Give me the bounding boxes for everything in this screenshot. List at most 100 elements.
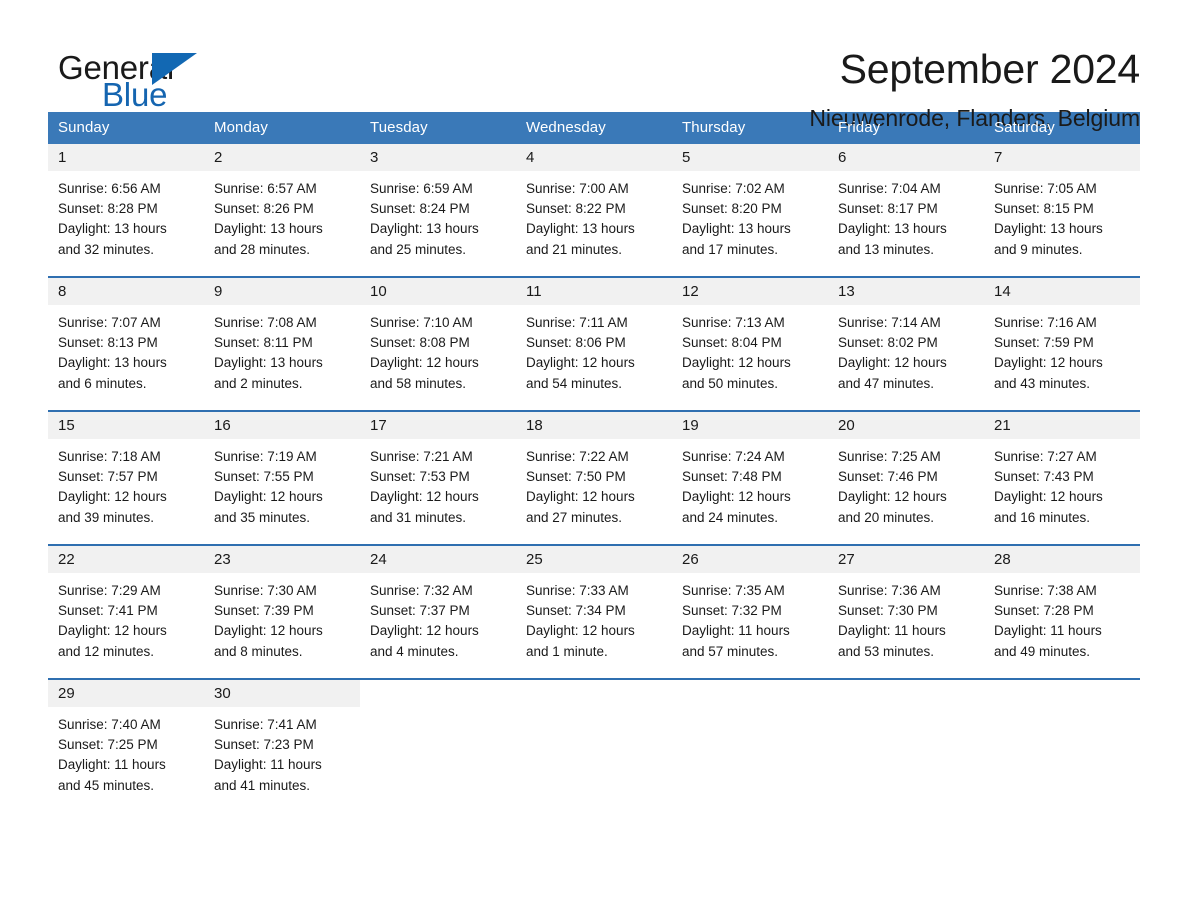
day-cell[interactable]: 3 Sunrise: 6:59 AM Sunset: 8:24 PM Daylight… bbox=[360, 144, 516, 277]
day-cell[interactable]: 26 Sunrise: 7:35 AM Sunset: 7:32 PM Dayligh… bbox=[672, 544, 828, 679]
sunset-time: Sunset: 8:22 PM bbox=[526, 201, 626, 217]
daylight-duration-line2: and 27 minutes. bbox=[526, 509, 623, 525]
day-info: Sunrise: 7:02 AM Sunset: 8:20 PM Daylight:… bbox=[672, 171, 828, 260]
day-cell[interactable]: 10 Sunrise: 7:10 AM Sunset: 8:08 PM Dayligh… bbox=[360, 276, 516, 411]
day-number: 25 bbox=[526, 551, 543, 568]
day-cell[interactable]: 27 Sunrise: 7:36 AM Sunset: 7:30 PM Dayligh… bbox=[828, 544, 984, 679]
sunrise-time: Sunrise: 7:41 AM bbox=[214, 717, 317, 732]
day-cell[interactable]: 2 Sunrise: 6:57 AM Sunset: 8:26 PM Daylight… bbox=[204, 144, 360, 277]
day-info: Sunrise: 7:18 AM Sunset: 7:57 PM Daylight:… bbox=[48, 439, 204, 528]
weekday-header-sunday: Sunday bbox=[48, 112, 204, 144]
day-info: Sunrise: 7:36 AM Sunset: 7:30 PM Daylight:… bbox=[828, 573, 984, 662]
sunset-time: Sunset: 7:53 PM bbox=[370, 469, 470, 485]
calendar-page: General Blue September 2024 Nieuwenrode,… bbox=[0, 0, 1188, 918]
daylight-duration-line2: and 28 minutes. bbox=[214, 241, 311, 257]
day-cell-empty bbox=[360, 678, 516, 812]
daylight-duration-line1: Daylight: 13 hours bbox=[214, 355, 323, 371]
day-cell[interactable]: 14 Sunrise: 7:16 AM Sunset: 7:59 PM Dayligh… bbox=[984, 276, 1140, 411]
day-number: 28 bbox=[994, 551, 1011, 568]
sunrise-time: Sunrise: 7:21 AM bbox=[370, 449, 473, 464]
day-info: Sunrise: 7:04 AM Sunset: 8:17 PM Daylight:… bbox=[828, 171, 984, 260]
daylight-duration-line2: and 35 minutes. bbox=[214, 509, 311, 525]
calendar-week-row: 8 Sunrise: 7:07 AM Sunset: 8:13 PM Daylight… bbox=[48, 276, 1140, 411]
day-cell[interactable]: 18 Sunrise: 7:22 AM Sunset: 7:50 PM Dayligh… bbox=[516, 410, 672, 545]
day-number-band: 5 bbox=[672, 144, 828, 171]
day-cell[interactable]: 29 Sunrise: 7:40 AM Sunset: 7:25 PM Dayligh… bbox=[48, 678, 204, 812]
day-cell[interactable]: 7 Sunrise: 7:05 AM Sunset: 8:15 PM Daylight… bbox=[984, 144, 1140, 277]
day-cell-content: 24 Sunrise: 7:32 AM Sunset: 7:37 PM Dayligh… bbox=[360, 546, 516, 678]
sunset-time: Sunset: 7:39 PM bbox=[214, 603, 314, 619]
day-number-band: 24 bbox=[360, 546, 516, 573]
day-cell[interactable]: 21 Sunrise: 7:27 AM Sunset: 7:43 PM Dayligh… bbox=[984, 410, 1140, 545]
sunrise-time: Sunrise: 7:29 AM bbox=[58, 583, 161, 598]
daylight-duration-line2: and 39 minutes. bbox=[58, 509, 155, 525]
daylight-duration-line1: Daylight: 12 hours bbox=[370, 355, 479, 371]
sunrise-time: Sunrise: 7:22 AM bbox=[526, 449, 629, 464]
day-cell[interactable]: 28 Sunrise: 7:38 AM Sunset: 7:28 PM Dayligh… bbox=[984, 544, 1140, 679]
day-cell-content: 8 Sunrise: 7:07 AM Sunset: 8:13 PM Daylight… bbox=[48, 278, 204, 410]
day-cell-content: 9 Sunrise: 7:08 AM Sunset: 8:11 PM Daylight… bbox=[204, 278, 360, 410]
day-cell[interactable]: 19 Sunrise: 7:24 AM Sunset: 7:48 PM Dayligh… bbox=[672, 410, 828, 545]
sunrise-time: Sunrise: 7:40 AM bbox=[58, 717, 161, 732]
day-cell[interactable]: 20 Sunrise: 7:25 AM Sunset: 7:46 PM Dayligh… bbox=[828, 410, 984, 545]
day-cell[interactable]: 12 Sunrise: 7:13 AM Sunset: 8:04 PM Dayligh… bbox=[672, 276, 828, 411]
day-cell[interactable]: 4 Sunrise: 7:00 AM Sunset: 8:22 PM Daylight… bbox=[516, 144, 672, 277]
day-cell[interactable]: 17 Sunrise: 7:21 AM Sunset: 7:53 PM Dayligh… bbox=[360, 410, 516, 545]
day-number: 12 bbox=[682, 283, 699, 300]
sunset-time: Sunset: 7:50 PM bbox=[526, 469, 626, 485]
day-cell[interactable]: 8 Sunrise: 7:07 AM Sunset: 8:13 PM Daylight… bbox=[48, 276, 204, 411]
sunrise-time: Sunrise: 7:24 AM bbox=[682, 449, 785, 464]
day-cell-content bbox=[672, 680, 828, 812]
day-cell[interactable]: 9 Sunrise: 7:08 AM Sunset: 8:11 PM Daylight… bbox=[204, 276, 360, 411]
day-cell[interactable]: 1 Sunrise: 6:56 AM Sunset: 8:28 PM Daylight… bbox=[48, 144, 204, 277]
day-info bbox=[360, 707, 516, 715]
day-number-band bbox=[672, 680, 828, 707]
day-number-band: 6 bbox=[828, 144, 984, 171]
sunset-time: Sunset: 8:20 PM bbox=[682, 201, 782, 217]
daylight-duration-line2: and 16 minutes. bbox=[994, 509, 1091, 525]
day-number-band: 20 bbox=[828, 412, 984, 439]
day-number-band: 30 bbox=[204, 680, 360, 707]
day-cell[interactable]: 23 Sunrise: 7:30 AM Sunset: 7:39 PM Dayligh… bbox=[204, 544, 360, 679]
calendar-week-row: 1 Sunrise: 6:56 AM Sunset: 8:28 PM Daylight… bbox=[48, 144, 1140, 277]
sunset-time: Sunset: 8:02 PM bbox=[838, 335, 938, 351]
day-cell[interactable]: 11 Sunrise: 7:11 AM Sunset: 8:06 PM Dayligh… bbox=[516, 276, 672, 411]
day-info: Sunrise: 7:38 AM Sunset: 7:28 PM Daylight:… bbox=[984, 573, 1140, 662]
day-cell[interactable]: 30 Sunrise: 7:41 AM Sunset: 7:23 PM Dayligh… bbox=[204, 678, 360, 812]
page-title: September 2024 bbox=[839, 46, 1141, 92]
day-cell[interactable]: 22 Sunrise: 7:29 AM Sunset: 7:41 PM Dayligh… bbox=[48, 544, 204, 679]
daylight-duration-line2: and 17 minutes. bbox=[682, 241, 779, 257]
day-number: 5 bbox=[682, 149, 691, 166]
day-info: Sunrise: 7:13 AM Sunset: 8:04 PM Daylight:… bbox=[672, 305, 828, 394]
sunrise-time: Sunrise: 7:38 AM bbox=[994, 583, 1097, 598]
day-cell[interactable]: 24 Sunrise: 7:32 AM Sunset: 7:37 PM Dayligh… bbox=[360, 544, 516, 679]
day-cell-content: 14 Sunrise: 7:16 AM Sunset: 7:59 PM Dayligh… bbox=[984, 278, 1140, 410]
daylight-duration-line1: Daylight: 11 hours bbox=[214, 757, 322, 773]
day-number-band bbox=[984, 680, 1140, 707]
day-number: 21 bbox=[994, 417, 1011, 434]
day-cell-content: 7 Sunrise: 7:05 AM Sunset: 8:15 PM Daylight… bbox=[984, 144, 1140, 276]
day-cell[interactable]: 15 Sunrise: 7:18 AM Sunset: 7:57 PM Dayligh… bbox=[48, 410, 204, 545]
day-cell-content: 21 Sunrise: 7:27 AM Sunset: 7:43 PM Dayligh… bbox=[984, 412, 1140, 544]
day-cell-content bbox=[516, 680, 672, 812]
day-number: 2 bbox=[214, 149, 223, 166]
day-cell-content: 18 Sunrise: 7:22 AM Sunset: 7:50 PM Dayligh… bbox=[516, 412, 672, 544]
day-info: Sunrise: 7:32 AM Sunset: 7:37 PM Daylight:… bbox=[360, 573, 516, 662]
sunset-time: Sunset: 7:46 PM bbox=[838, 469, 938, 485]
sunrise-time: Sunrise: 6:59 AM bbox=[370, 181, 473, 196]
day-info: Sunrise: 7:22 AM Sunset: 7:50 PM Daylight:… bbox=[516, 439, 672, 528]
daylight-duration-line1: Daylight: 13 hours bbox=[214, 221, 323, 237]
daylight-duration-line2: and 53 minutes. bbox=[838, 643, 935, 659]
day-cell[interactable]: 6 Sunrise: 7:04 AM Sunset: 8:17 PM Daylight… bbox=[828, 144, 984, 277]
daylight-duration-line2: and 50 minutes. bbox=[682, 375, 779, 391]
day-number: 22 bbox=[58, 551, 75, 568]
sunset-time: Sunset: 8:24 PM bbox=[370, 201, 470, 217]
day-number-band bbox=[360, 680, 516, 707]
day-cell[interactable]: 13 Sunrise: 7:14 AM Sunset: 8:02 PM Dayligh… bbox=[828, 276, 984, 411]
day-cell[interactable]: 25 Sunrise: 7:33 AM Sunset: 7:34 PM Dayligh… bbox=[516, 544, 672, 679]
day-cell[interactable]: 5 Sunrise: 7:02 AM Sunset: 8:20 PM Daylight… bbox=[672, 144, 828, 277]
day-number: 10 bbox=[370, 283, 387, 300]
day-cell-content bbox=[360, 680, 516, 812]
day-cell[interactable]: 16 Sunrise: 7:19 AM Sunset: 7:55 PM Dayligh… bbox=[204, 410, 360, 545]
day-number: 1 bbox=[58, 149, 67, 166]
